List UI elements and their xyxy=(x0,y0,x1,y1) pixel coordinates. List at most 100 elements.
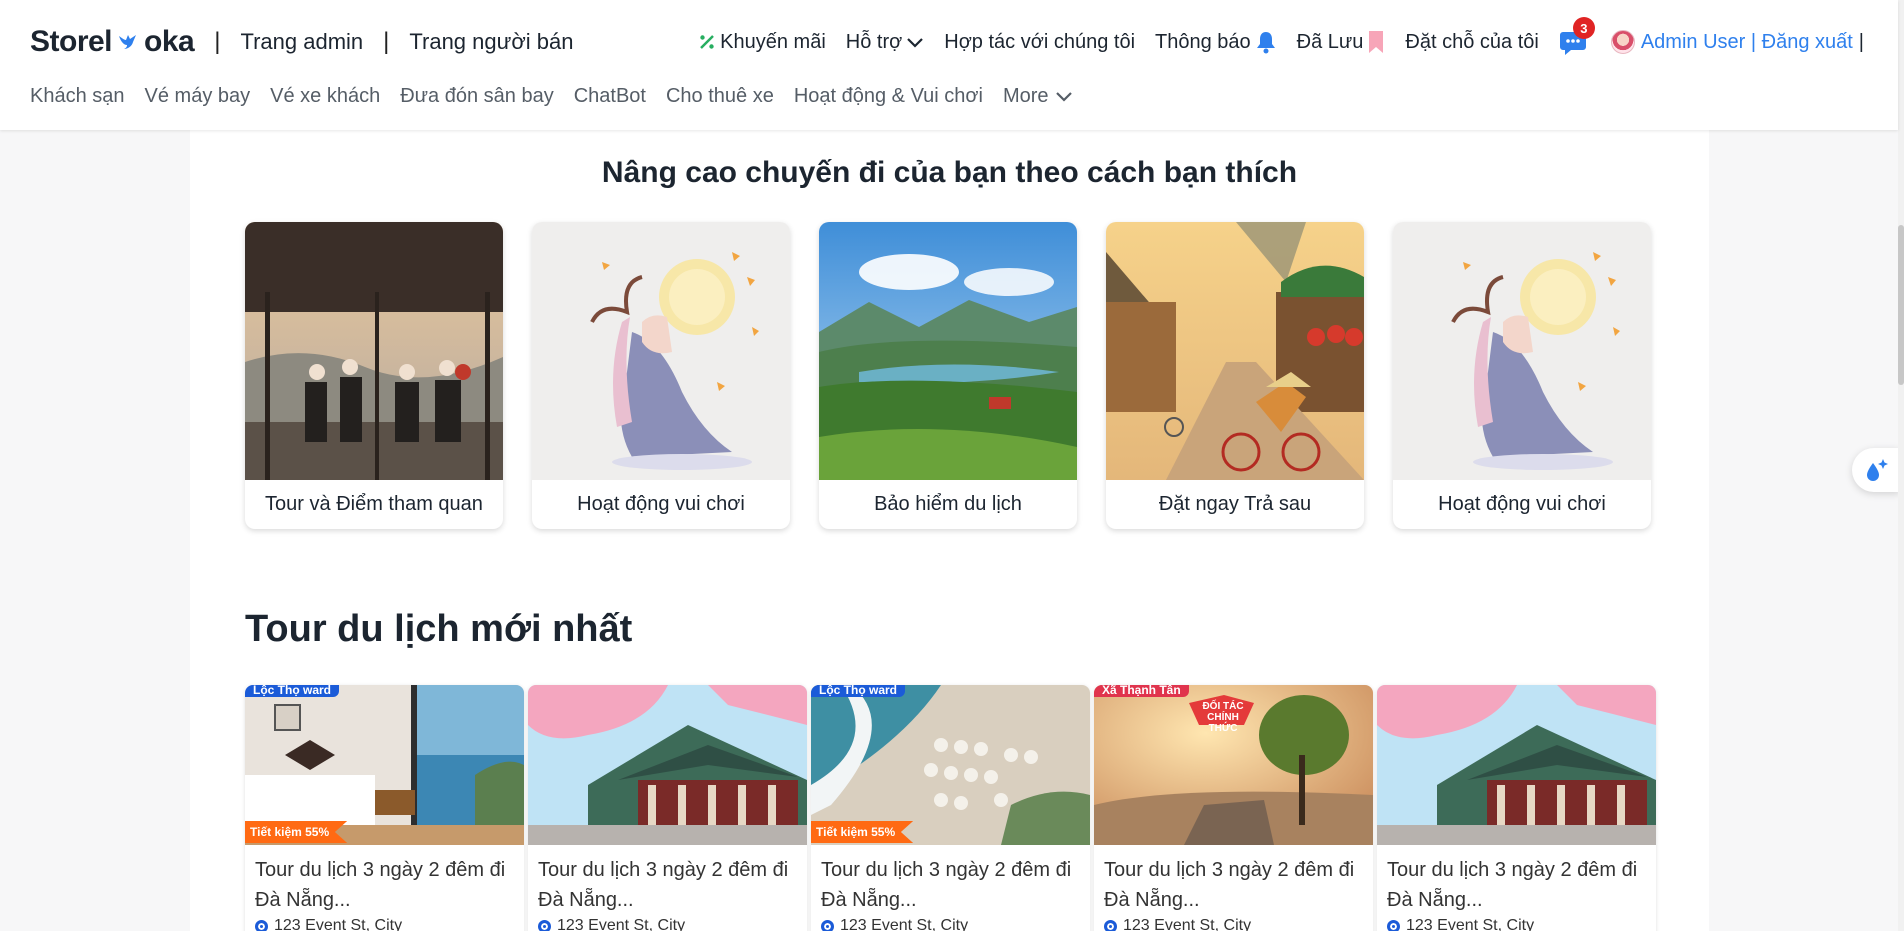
location-pin-icon xyxy=(821,919,834,931)
promo-label: Khuyến mãi xyxy=(720,30,826,53)
subnav-car-rental[interactable]: Cho thuê xe xyxy=(666,85,774,108)
tour-card[interactable]: Tour du lịch 3 ngày 2 đêm đi Đà Nẵng... … xyxy=(528,685,807,931)
scrollbar-thumb[interactable] xyxy=(1898,225,1904,385)
tour-address-text: 123 Event St, City xyxy=(1123,917,1252,931)
sparkle-drop-icon xyxy=(1867,459,1888,481)
tour-card[interactable]: Xã Thạnh Tân ĐỐI TÁC CHÍNH THỨC Tour du … xyxy=(1094,685,1373,931)
chevron-down-icon xyxy=(1055,92,1072,102)
category-label: Bảo hiểm du lịch xyxy=(874,493,1022,515)
brand-name-part2: oka xyxy=(144,25,195,58)
floating-assistant-button[interactable] xyxy=(1852,448,1900,492)
tour-address: 123 Event St, City xyxy=(1104,917,1251,931)
tours-section-title: Tour du lịch mới nhất xyxy=(245,608,633,650)
saved-link[interactable]: Đã Lưu xyxy=(1297,30,1386,54)
tour-list: Lộc Thọ ward Tiết kiệm 55% Tour du lịch … xyxy=(245,685,1656,931)
bell-icon xyxy=(1256,32,1275,54)
category-label: Tour và Điểm tham quan xyxy=(265,493,483,515)
category-card[interactable]: Tour và Điểm tham quan xyxy=(245,222,503,529)
partner-overlay-text: ĐỐI TÁC CHÍNH THỨC xyxy=(1202,701,1244,734)
subnav-activities[interactable]: Hoạt động & Vui chơi xyxy=(794,85,983,108)
subnav-hotels[interactable]: Khách sạn xyxy=(30,85,125,108)
tour-name: Tour du lịch 3 ngày 2 đêm đi Đà Nẵng... xyxy=(1387,859,1638,911)
category-image-village xyxy=(1106,222,1364,480)
location-tag: Lộc Thọ ward xyxy=(245,685,339,697)
location-pin-icon xyxy=(1387,919,1400,931)
promo-link[interactable]: Khuyến mãi xyxy=(698,31,826,54)
subnav-more-dropdown[interactable]: More xyxy=(1003,85,1073,108)
my-bookings-label: Đặt chỗ của tôi xyxy=(1405,30,1539,53)
category-label: Hoạt động vui chơi xyxy=(577,493,745,515)
tour-address: 123 Event St, City xyxy=(1387,917,1534,931)
category-image-valley xyxy=(819,222,1077,480)
location-pin-icon xyxy=(255,919,268,931)
tour-name: Tour du lịch 3 ngày 2 đêm đi Đà Nẵng... xyxy=(1104,859,1355,911)
category-list: Tour và Điểm tham quan Hoạt động vui chơ… xyxy=(245,222,1651,529)
subnav-airport-transfer[interactable]: Đưa đón sân bay xyxy=(400,85,554,108)
category-image-tour xyxy=(245,222,503,480)
category-card[interactable]: Đặt ngay Trả sau xyxy=(1106,222,1364,529)
seller-page-link[interactable]: Trang người bán xyxy=(409,29,573,55)
support-dropdown[interactable]: Hỗ trợ xyxy=(846,31,924,54)
tour-address: 123 Event St, City xyxy=(538,917,685,931)
brand-logo[interactable]: Storel oka xyxy=(30,25,195,59)
partner-link[interactable]: Hợp tác với chúng tôi xyxy=(944,31,1135,54)
location-pin-icon xyxy=(538,919,551,931)
notifications-label: Thông báo xyxy=(1155,30,1251,53)
site-header: Storel oka | Trang admin | Trang người b… xyxy=(0,0,1898,130)
right-nav: Khuyến mãi Hỗ trợ Hợp tác với chúng tôi … xyxy=(698,17,1864,62)
discount-badge: Tiết kiệm 55% xyxy=(811,821,914,843)
chevron-down-icon xyxy=(907,38,924,48)
user-logout-link[interactable]: Admin User | Đăng xuất xyxy=(1641,31,1853,54)
tour-address: 123 Event St, City xyxy=(255,917,402,931)
category-card[interactable]: Hoạt động vui chơi xyxy=(532,222,790,529)
tour-address: 123 Event St, City xyxy=(821,917,968,931)
section-title: Nâng cao chuyến đi của bạn theo cách bạn… xyxy=(601,156,1298,189)
location-tag: Xã Thạnh Tân xyxy=(1094,685,1189,697)
saved-label: Đã Lưu xyxy=(1296,30,1364,53)
text-cursor: | xyxy=(1858,30,1864,53)
brand-name-part1: Storel xyxy=(30,25,113,58)
support-label: Hỗ trợ xyxy=(845,30,903,53)
category-image-fairy xyxy=(532,222,790,480)
tour-image-cherry-temple xyxy=(528,685,807,845)
chat-badge-count: 3 xyxy=(1572,17,1595,39)
percent-icon xyxy=(700,35,715,49)
separator: | xyxy=(214,28,221,55)
subnav-flights[interactable]: Vé máy bay xyxy=(145,85,251,108)
category-card[interactable]: Bảo hiểm du lịch xyxy=(819,222,1077,529)
subnav-chatbot[interactable]: ChatBot xyxy=(574,85,646,108)
tour-card[interactable]: Tour du lịch 3 ngày 2 đêm đi Đà Nẵng... … xyxy=(1377,685,1656,931)
partner-label: Hợp tác với chúng tôi xyxy=(944,30,1136,53)
tour-image-hotel: Lộc Thọ ward Tiết kiệm 55% xyxy=(245,685,524,845)
user-account[interactable]: Admin User | Đăng xuất | xyxy=(1610,30,1864,54)
category-label: Hoạt động vui chơi xyxy=(1438,493,1606,515)
tour-card[interactable]: Lộc Thọ ward Tiết kiệm 55% Tour du lịch … xyxy=(811,685,1090,931)
my-bookings-link[interactable]: Đặt chỗ của tôi xyxy=(1405,31,1538,54)
tour-address-text: 123 Event St, City xyxy=(557,917,686,931)
tour-image-mountain: Xã Thạnh Tân ĐỐI TÁC CHÍNH THỨC xyxy=(1094,685,1373,845)
subnav-bus-tickets[interactable]: Vé xe khách xyxy=(270,85,380,108)
category-card[interactable]: Hoạt động vui chơi xyxy=(1393,222,1651,529)
bookmark-icon xyxy=(1369,31,1384,53)
sub-nav: Khách sạn Vé máy bay Vé xe khách Đưa đón… xyxy=(30,80,1073,112)
separator: | xyxy=(383,28,390,55)
admin-page-link[interactable]: Trang admin xyxy=(240,29,363,55)
bird-logo-icon xyxy=(119,35,137,49)
tour-card[interactable]: Lộc Thọ ward Tiết kiệm 55% Tour du lịch … xyxy=(245,685,524,931)
topbar-left: Storel oka | Trang admin | Trang người b… xyxy=(30,22,574,62)
tour-address-text: 123 Event St, City xyxy=(274,917,403,931)
location-tag: Lộc Thọ ward xyxy=(811,685,905,697)
page-scrollbar[interactable] xyxy=(1898,0,1904,931)
discount-badge: Tiết kiệm 55% xyxy=(245,821,348,843)
category-image-fairy xyxy=(1393,222,1651,480)
tour-address-text: 123 Event St, City xyxy=(840,917,969,931)
location-pin-icon xyxy=(1104,919,1117,931)
category-label: Đặt ngay Trả sau xyxy=(1158,493,1312,515)
chat-button[interactable]: 3 xyxy=(1559,17,1595,56)
notifications-link[interactable]: Thông báo xyxy=(1155,30,1277,54)
avatar xyxy=(1610,30,1635,54)
main-panel: Nâng cao chuyến đi của bạn theo cách bạn… xyxy=(190,130,1709,931)
tour-address-text: 123 Event St, City xyxy=(1406,917,1535,931)
subnav-more-label: More xyxy=(1002,84,1049,107)
tour-image-cherry-temple xyxy=(1377,685,1656,845)
